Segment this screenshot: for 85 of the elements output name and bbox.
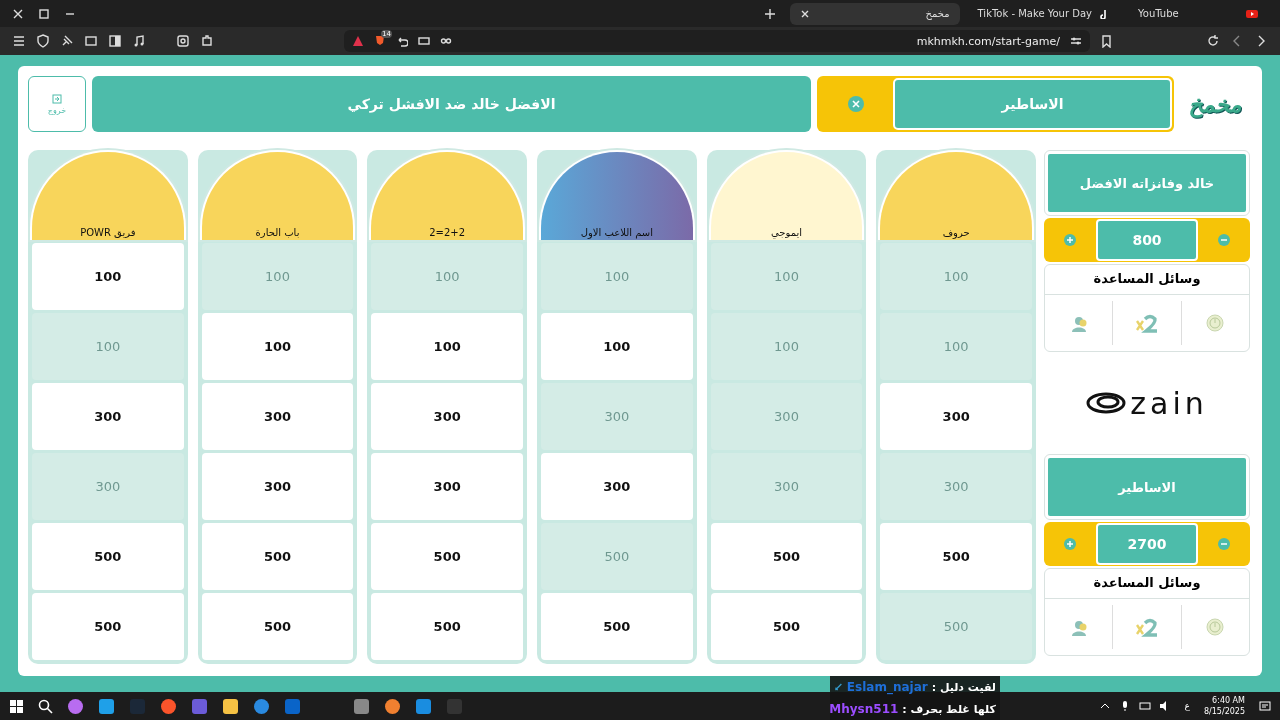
question-tile[interactable]: 500 bbox=[201, 523, 354, 590]
chat-username: Eslam_najar bbox=[846, 680, 928, 694]
question-tile[interactable]: 500 bbox=[710, 593, 863, 660]
help-title: وسائل المساعدة bbox=[1045, 265, 1249, 295]
screen-icon[interactable] bbox=[418, 35, 430, 47]
question-tile[interactable]: 500 bbox=[32, 593, 184, 660]
browser-tab[interactable]: TikTok - Make Your Day bbox=[967, 2, 1120, 25]
category-image[interactable]: فريق POWR bbox=[30, 150, 186, 240]
browser-tab[interactable]: مخمخ bbox=[789, 2, 960, 25]
team-name: خالد وفانزاته الافضل bbox=[1048, 154, 1246, 212]
question-tile[interactable]: 500 bbox=[371, 593, 523, 660]
question-tile[interactable]: 300 bbox=[541, 453, 693, 520]
language-indicator[interactable]: ع bbox=[1184, 701, 1190, 711]
triangle-icon[interactable] bbox=[352, 35, 364, 47]
network-icon[interactable] bbox=[1138, 700, 1151, 712]
chat-message: لقيت دليل : bbox=[931, 680, 996, 694]
notification-icon[interactable] bbox=[1259, 700, 1271, 712]
plus-icon[interactable] bbox=[763, 7, 776, 20]
puzzle-icon[interactable] bbox=[200, 34, 214, 48]
app-icon[interactable] bbox=[98, 697, 115, 715]
browser-tab[interactable]: YouTube bbox=[1128, 2, 1268, 25]
chat-message: كلها غلط بحرف : bbox=[902, 702, 996, 716]
clock-date[interactable]: 8/15/2025 bbox=[1203, 706, 1245, 717]
start-icon[interactable] bbox=[9, 698, 24, 714]
team-score: 800 bbox=[1096, 219, 1198, 261]
question-tile[interactable]: 300 bbox=[32, 383, 184, 450]
question-tile[interactable]: 500 bbox=[541, 593, 693, 660]
team-score: 2700 bbox=[1096, 523, 1198, 565]
help-title: وسائل المساعدة bbox=[1045, 569, 1249, 599]
exit-icon bbox=[52, 93, 62, 104]
category-image[interactable]: حروف bbox=[878, 150, 1034, 240]
question-tile[interactable]: 300 bbox=[201, 383, 354, 450]
app-icon[interactable] bbox=[67, 697, 84, 715]
team-name: الاساطير bbox=[1048, 458, 1246, 516]
chat-username: Mhysn511 bbox=[829, 702, 899, 716]
category-image[interactable]: اسم اللاعب الاول bbox=[539, 150, 695, 240]
screenshot-icon[interactable] bbox=[176, 34, 190, 48]
question-tile[interactable]: 500 bbox=[201, 593, 354, 660]
category-name: ايموجي bbox=[770, 227, 803, 238]
match-title: الافضل خالد ضد الافشل تركي bbox=[92, 76, 811, 132]
app-icon[interactable] bbox=[384, 697, 401, 715]
question-tile[interactable]: 100 bbox=[32, 243, 184, 310]
category-name: اسم اللاعب الاول bbox=[579, 227, 654, 238]
search-icon[interactable] bbox=[38, 698, 53, 714]
maximize-icon[interactable] bbox=[38, 7, 50, 20]
category-name: حروف bbox=[941, 227, 971, 238]
menu-icon[interactable] bbox=[12, 34, 26, 48]
music-icon[interactable] bbox=[132, 34, 146, 48]
reload-icon[interactable] bbox=[1206, 34, 1220, 48]
bookmark-icon[interactable] bbox=[1100, 34, 1113, 48]
category-image[interactable]: ايموجي bbox=[708, 150, 865, 240]
shield-icon[interactable] bbox=[36, 34, 50, 48]
question-tile[interactable]: 500 bbox=[371, 523, 523, 590]
app-icon[interactable] bbox=[415, 697, 432, 715]
question-tile[interactable]: 100 bbox=[201, 313, 354, 380]
question-tile[interactable]: 100 bbox=[371, 313, 523, 380]
category-image[interactable]: 2=2+2 bbox=[369, 150, 525, 240]
category-name: 2=2+2 bbox=[428, 227, 467, 238]
category-image[interactable]: باب الحارة bbox=[199, 150, 356, 240]
sponsor-logo: zain bbox=[1130, 385, 1208, 421]
sidebar-icon[interactable] bbox=[108, 34, 122, 48]
app-icon[interactable] bbox=[253, 697, 270, 715]
app-icon[interactable] bbox=[353, 697, 370, 715]
question-tile[interactable]: 300 bbox=[371, 453, 523, 520]
address-bar-url[interactable]: mkhmkh.com/start-game/ bbox=[462, 34, 1060, 48]
question-tile[interactable]: 300 bbox=[371, 383, 523, 450]
close-icon[interactable] bbox=[799, 8, 810, 19]
question-tile[interactable]: 500 bbox=[32, 523, 184, 590]
clock-time[interactable]: 6:40 AM bbox=[1203, 695, 1245, 706]
question-tile[interactable]: 100 bbox=[541, 313, 693, 380]
app-icon[interactable] bbox=[160, 697, 177, 715]
current-team: الاساطير bbox=[893, 78, 1172, 130]
category-name: فريق POWR bbox=[79, 227, 137, 238]
question-tile[interactable]: 500 bbox=[880, 523, 1032, 590]
app-icon[interactable] bbox=[222, 697, 239, 715]
glasses-icon[interactable] bbox=[440, 35, 452, 47]
question-tile[interactable]: 300 bbox=[201, 453, 354, 520]
undo-icon[interactable] bbox=[396, 35, 408, 47]
tab-icon[interactable] bbox=[84, 34, 98, 48]
question-tile[interactable]: 300 bbox=[880, 383, 1032, 450]
sliders-icon[interactable] bbox=[1070, 35, 1082, 47]
question-tile[interactable]: 500 bbox=[710, 523, 863, 590]
category-name: باب الحارة bbox=[254, 227, 301, 238]
close-icon[interactable] bbox=[12, 7, 24, 20]
play-icon bbox=[1246, 8, 1258, 19]
